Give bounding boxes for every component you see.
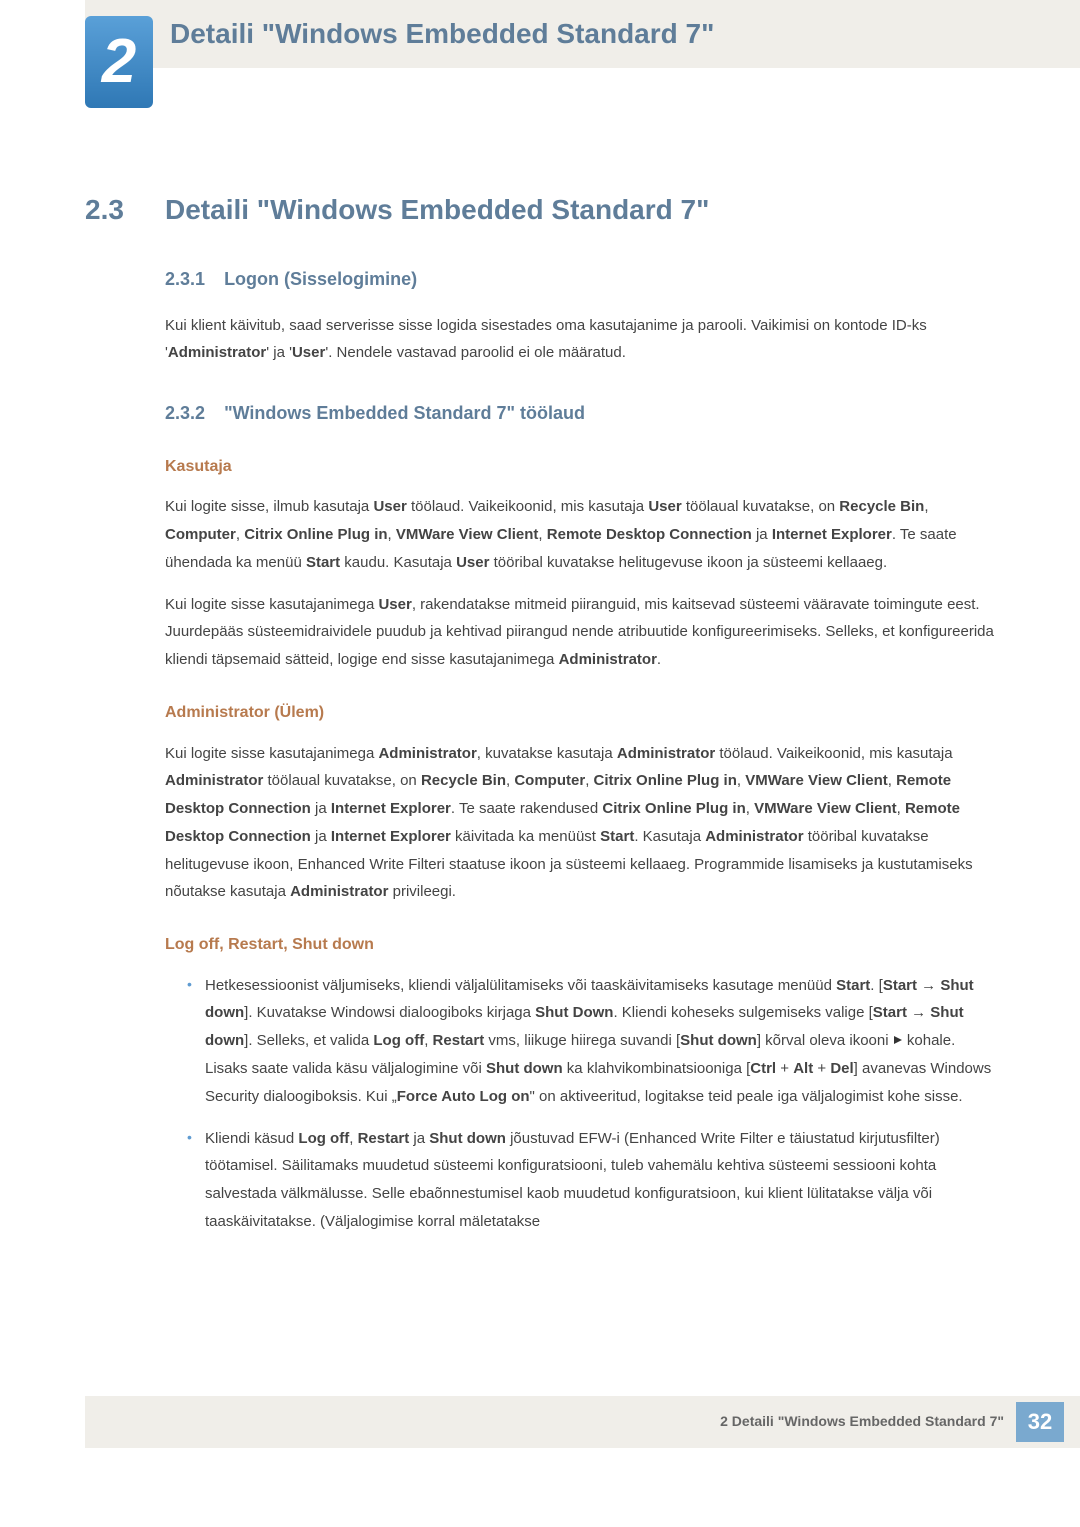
- subsection-number: 2.3.2: [165, 403, 205, 423]
- subsection-231: 2.3.1 Logon (Sisselogimine) Kui klient k…: [165, 265, 995, 367]
- chapter-title: Detaili "Windows Embedded Standard 7": [170, 12, 714, 57]
- subsection-heading: 2.3.1 Logon (Sisselogimine): [165, 265, 995, 294]
- header-band: Detaili "Windows Embedded Standard 7": [85, 0, 1080, 68]
- list-item: Kliendi käsud Log off, Restart ja Shut d…: [187, 1125, 995, 1236]
- subsection-number: 2.3.1: [165, 269, 205, 289]
- sub-heading-administrator: Administrator (Ülem): [165, 700, 995, 726]
- subsection-title: Logon (Sisselogimine): [224, 269, 417, 289]
- section-title: Detaili "Windows Embedded Standard 7": [165, 188, 709, 233]
- section-heading-row: 2.3 Detaili "Windows Embedded Standard 7…: [85, 188, 995, 233]
- subsection-heading: 2.3.2 "Windows Embedded Standard 7" tööl…: [165, 399, 995, 428]
- play-icon: [893, 1027, 903, 1055]
- chapter-number-box: 2: [85, 16, 153, 108]
- paragraph: Kui logite sisse kasutajanimega Administ…: [165, 740, 995, 907]
- sub-heading-kasutaja: Kasutaja: [165, 454, 995, 480]
- subsection-title: "Windows Embedded Standard 7" töölaud: [224, 403, 585, 423]
- bullet-list: Hetkesessioonist väljumiseks, kliendi vä…: [165, 972, 995, 1236]
- paragraph: Kui klient käivitub, saad serverisse sis…: [165, 312, 995, 368]
- paragraph: Kui logite sisse, ilmub kasutaja User tö…: [165, 493, 995, 576]
- page-footer: 2 Detaili "Windows Embedded Standard 7" …: [85, 1396, 1080, 1448]
- list-item: Hetkesessioonist väljumiseks, kliendi vä…: [187, 972, 995, 1111]
- section-number: 2.3: [85, 188, 165, 233]
- subsection-232: 2.3.2 "Windows Embedded Standard 7" tööl…: [165, 399, 995, 1235]
- paragraph: Kui logite sisse kasutajanimega User, ra…: [165, 591, 995, 674]
- sub-heading-logoff: Log off, Restart, Shut down: [165, 932, 995, 958]
- footer-text: 2 Detaili "Windows Embedded Standard 7": [720, 1410, 1004, 1432]
- page-number: 32: [1016, 1402, 1064, 1442]
- page-content: 2.3 Detaili "Windows Embedded Standard 7…: [0, 68, 1080, 1236]
